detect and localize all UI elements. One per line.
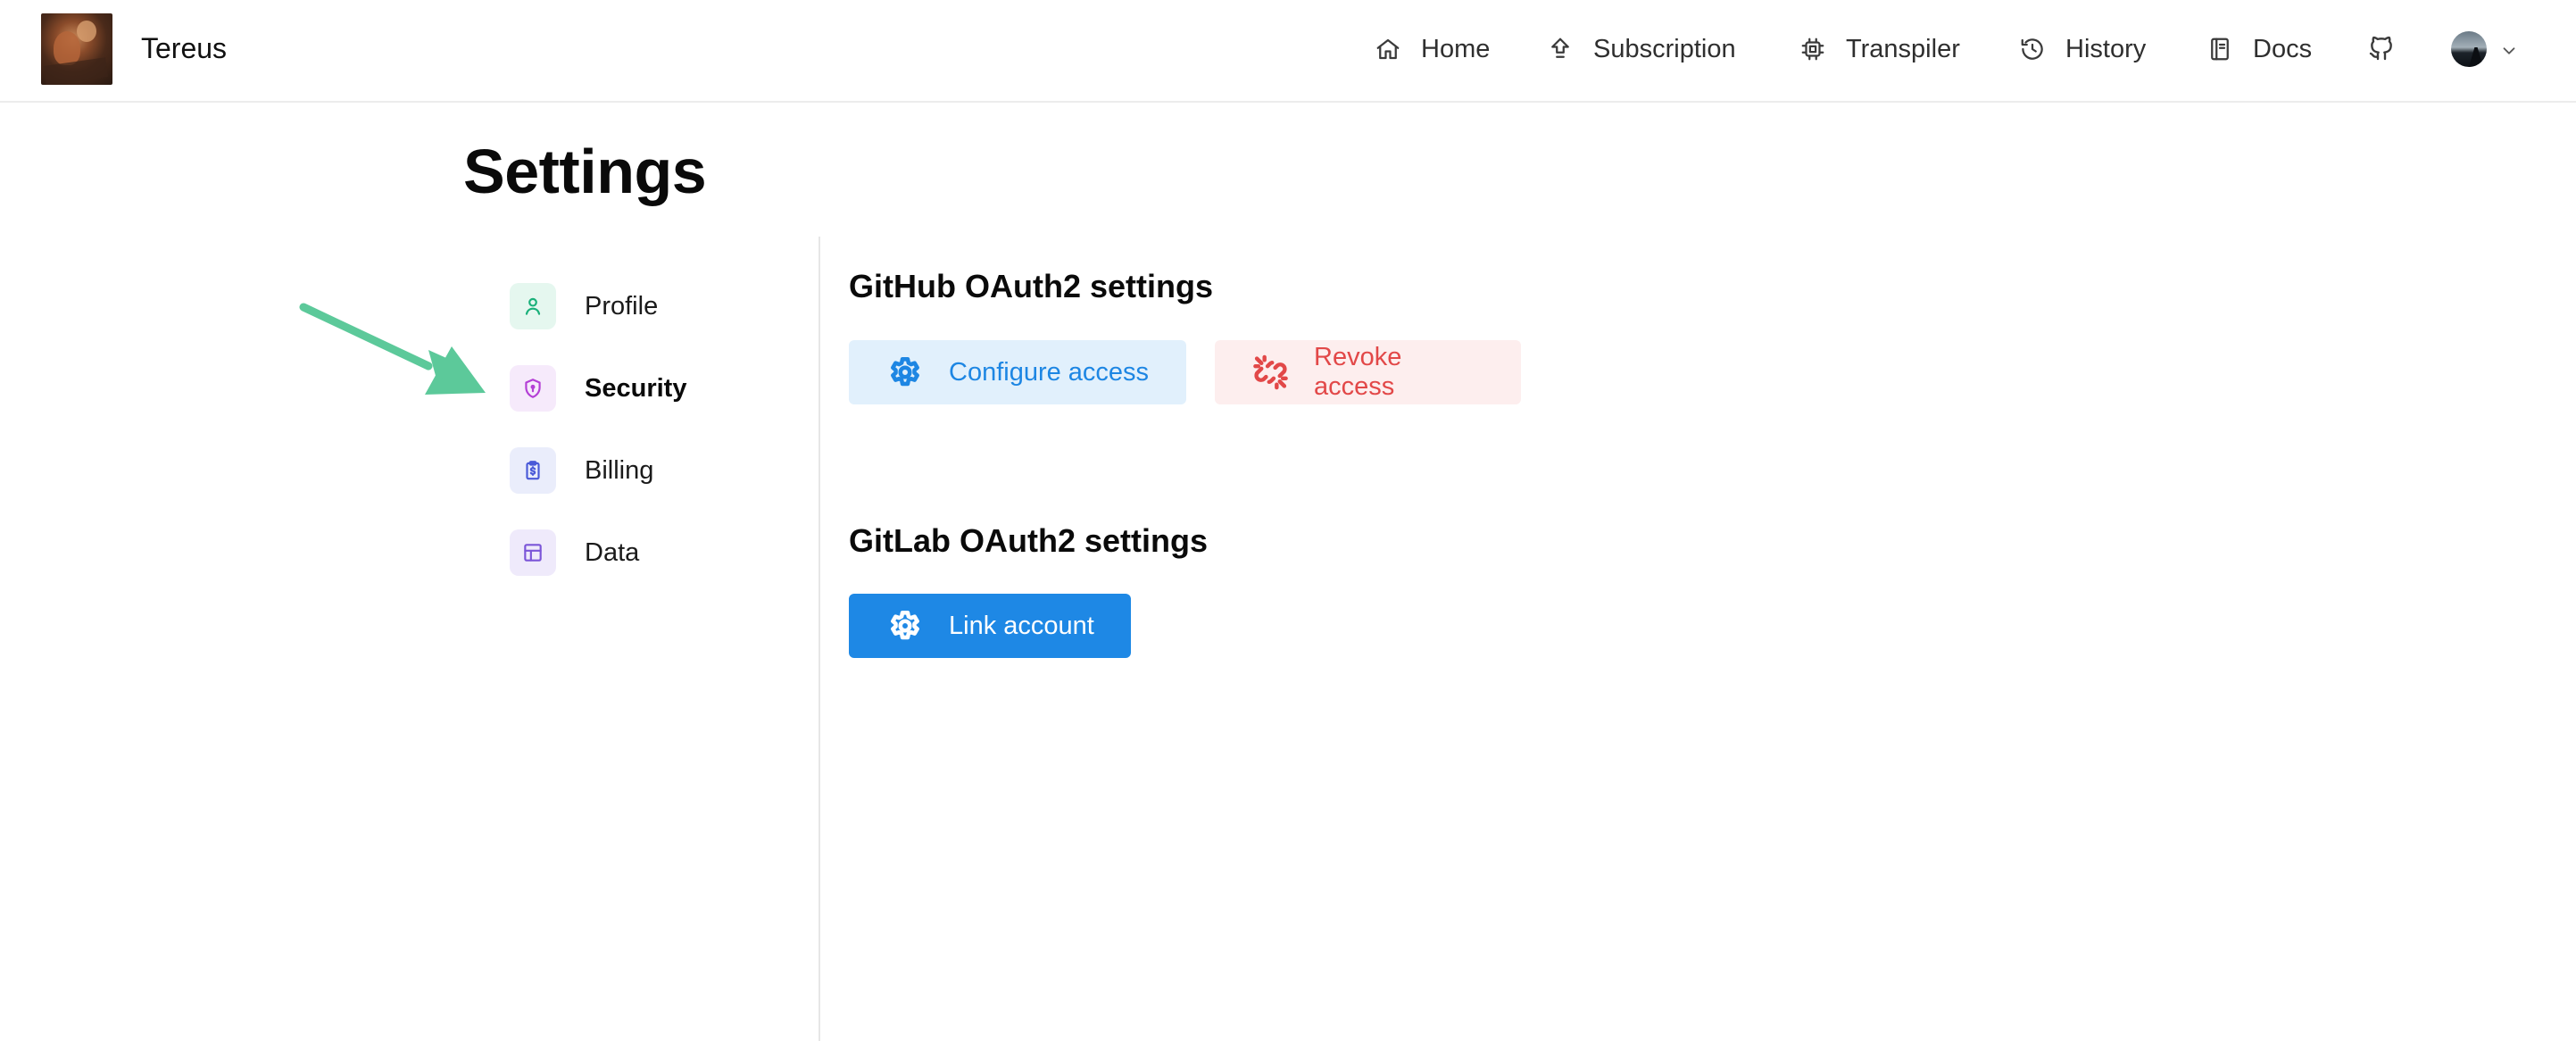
nav-docs[interactable]: Docs bbox=[2206, 29, 2312, 69]
configure-access-button[interactable]: Configure access bbox=[849, 340, 1186, 404]
sidebar-item-security[interactable]: Security bbox=[510, 365, 686, 412]
sidebar-label-billing: Billing bbox=[585, 455, 654, 485]
sidebar-item-data[interactable]: Data bbox=[510, 529, 639, 576]
content-divider bbox=[819, 237, 820, 1041]
upload-icon bbox=[1551, 37, 1569, 58]
link-account-label: Link account bbox=[949, 611, 1094, 640]
table-icon bbox=[524, 544, 542, 562]
sidebar-label-profile: Profile bbox=[585, 291, 659, 321]
home-icon bbox=[1376, 38, 1400, 60]
history-icon bbox=[2021, 38, 2043, 60]
broken-link-icon bbox=[1253, 354, 1288, 390]
chevron-down-icon bbox=[2503, 47, 2515, 54]
nav-home[interactable]: Home bbox=[1375, 29, 1490, 69]
brand-name[interactable]: Tereus bbox=[141, 32, 227, 65]
link-account-button[interactable]: Link account bbox=[849, 594, 1131, 658]
shield-icon bbox=[525, 379, 541, 398]
sidebar-icon-data bbox=[510, 529, 556, 576]
github-link[interactable] bbox=[2367, 34, 2396, 62]
clipboard-dollar-icon bbox=[526, 461, 540, 480]
configure-access-label: Configure access bbox=[949, 357, 1150, 387]
book-icon bbox=[2211, 37, 2229, 61]
nav-transpiler[interactable]: Transpiler bbox=[1799, 29, 1960, 69]
avatar-menu-toggle[interactable] bbox=[2499, 41, 2519, 61]
user-icon bbox=[525, 297, 541, 315]
revoke-access-button[interactable]: Revoke access bbox=[1215, 340, 1521, 404]
nav-history[interactable]: History bbox=[2019, 29, 2146, 69]
cpu-chip-icon bbox=[1801, 37, 1824, 61]
gitlab-oauth-title: GitLab OAuth2 settings bbox=[849, 522, 1209, 559]
sidebar-label-data: Data bbox=[585, 537, 640, 567]
github-oauth-title: GitHub OAuth2 settings bbox=[849, 268, 1213, 304]
page-title: Settings bbox=[463, 137, 707, 206]
sidebar-item-profile[interactable]: Profile bbox=[510, 283, 658, 329]
annotation-arrow bbox=[299, 303, 486, 395]
sidebar-icon-security bbox=[510, 365, 556, 412]
gear-icon bbox=[891, 357, 919, 387]
nav-home-label: Home bbox=[1421, 34, 1491, 63]
app-logo[interactable] bbox=[41, 13, 112, 85]
user-avatar[interactable] bbox=[2451, 31, 2487, 67]
nav-subscription-label: Subscription bbox=[1593, 34, 1736, 63]
github-icon bbox=[2369, 36, 2392, 61]
revoke-access-label: Revoke access bbox=[1314, 343, 1402, 401]
gear-icon bbox=[891, 611, 919, 640]
nav-docs-label: Docs bbox=[2253, 34, 2313, 63]
sidebar-icon-profile bbox=[510, 283, 556, 329]
nav-transpiler-label: Transpiler bbox=[1846, 34, 1960, 63]
nav-subscription[interactable]: Subscription bbox=[1547, 29, 1736, 69]
sidebar-label-security: Security bbox=[585, 373, 687, 403]
sidebar-icon-billing bbox=[510, 447, 556, 494]
top-navigation-bar: Tereus Home Subscription Transpiler Hist… bbox=[0, 0, 2576, 103]
sidebar-item-billing[interactable]: Billing bbox=[510, 447, 653, 494]
nav-history-label: History bbox=[2065, 34, 2147, 63]
